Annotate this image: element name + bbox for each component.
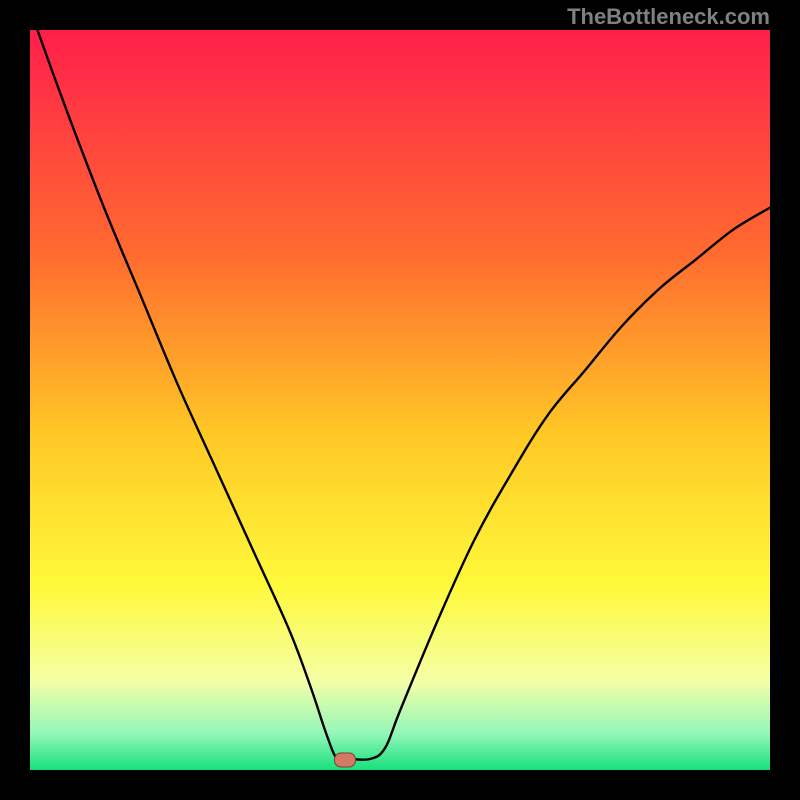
chart-svg: [30, 30, 770, 770]
optimal-point-marker: [334, 753, 356, 768]
plot-background: [30, 30, 770, 770]
plot-area: [30, 30, 770, 770]
watermark-text: TheBottleneck.com: [567, 4, 770, 30]
chart-frame: TheBottleneck.com: [0, 0, 800, 800]
